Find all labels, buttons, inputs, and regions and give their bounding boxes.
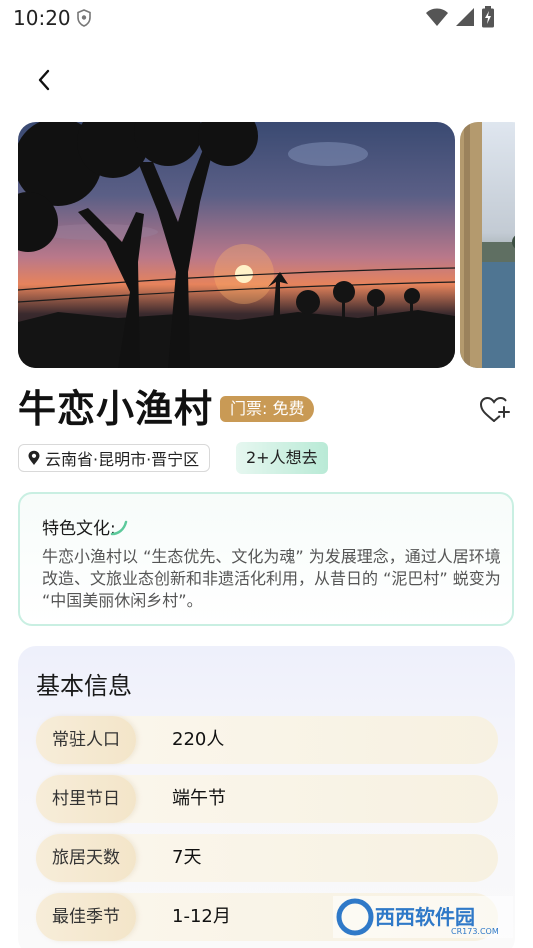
carousel-image-next[interactable] <box>460 122 515 368</box>
shield-icon <box>77 9 91 27</box>
attraction-title: 牛恋小渔村 <box>18 387 214 431</box>
battery-charging-icon <box>482 6 494 28</box>
wants-to-go-badge: 2+人想去 <box>236 442 328 474</box>
carousel-image-main[interactable] <box>18 122 455 368</box>
image-carousel[interactable] <box>18 122 515 368</box>
info-row-population: 常驻人口 220人 <box>36 716 498 764</box>
info-key: 旅居天数 <box>36 834 136 882</box>
wifi-icon <box>426 8 448 26</box>
info-key: 常驻人口 <box>36 716 136 764</box>
back-button[interactable] <box>28 64 60 96</box>
watermark-sub: CR173.COM <box>451 927 499 936</box>
heart-plus-icon <box>479 396 510 422</box>
sunset-illustration <box>18 122 455 368</box>
info-value: 1-12月 <box>172 906 231 927</box>
chevron-left-icon <box>38 69 50 91</box>
lake-illustration <box>460 122 515 368</box>
info-row-festival: 村里节日 端午节 <box>36 775 498 823</box>
info-value: 端午节 <box>172 788 226 809</box>
location-tag[interactable]: 云南省·昆明市·晋宁区 <box>18 444 211 472</box>
ticket-price-badge: 门票: 免费 <box>220 396 315 422</box>
status-bar: 10:20 <box>0 0 533 36</box>
info-key: 村里节日 <box>36 775 136 823</box>
watermark-text: 西西软件园 <box>375 905 475 929</box>
signal-icon <box>456 8 474 26</box>
favorite-button[interactable] <box>478 394 512 426</box>
culture-title: 特色文化: <box>42 519 116 539</box>
info-key: 最佳季节 <box>36 893 136 941</box>
info-value: 7天 <box>172 847 202 868</box>
basic-info-title: 基本信息 <box>36 672 132 700</box>
culture-card: 特色文化: 牛恋小渔村以 “生态优先、文化为魂” 为发展理念，通过人居环境改造、… <box>18 492 514 626</box>
status-icons <box>425 6 495 28</box>
info-row-stay-days: 旅居天数 7天 <box>36 834 498 882</box>
location-pin-icon <box>28 450 40 465</box>
status-time: 10:20 <box>13 6 71 30</box>
watermark-logo: 西西软件园 CR173.COM <box>333 896 513 938</box>
culture-description: 牛恋小渔村以 “生态优先、文化为魂” 为发展理念，通过人居环境改造、文旅业态创新… <box>42 547 501 610</box>
location-text: 云南省·昆明市·晋宁区 <box>45 450 200 469</box>
leaf-decoration-icon <box>110 520 128 536</box>
info-value: 220人 <box>172 729 225 750</box>
